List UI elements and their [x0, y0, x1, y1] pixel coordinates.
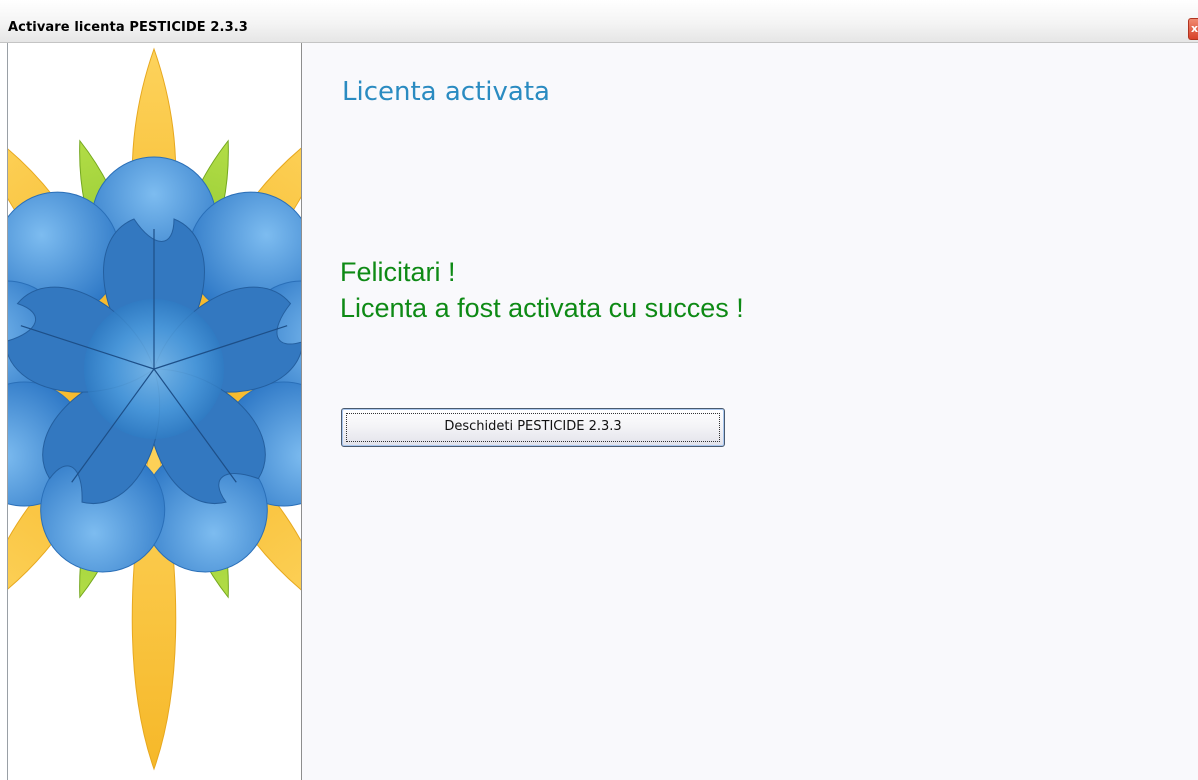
page-heading: Licenta activata	[342, 77, 550, 107]
open-pesticide-button[interactable]: Deschideti PESTICIDE 2.3.3	[341, 408, 725, 447]
window-title: Activare licenta PESTICIDE 2.3.3	[8, 20, 248, 35]
flower-decoration	[8, 47, 301, 771]
close-icon[interactable]: x	[1188, 18, 1198, 40]
window-frame-left	[0, 43, 8, 780]
main-content: Licenta activata Felicitari ! Licenta a …	[302, 43, 1198, 780]
congrats-line: Felicitari !	[340, 257, 456, 287]
success-line: Licenta a fost activata cu succes !	[340, 293, 744, 323]
title-bar[interactable]: Activare licenta PESTICIDE 2.3.3 x	[0, 0, 1198, 43]
side-panel-artwork	[8, 43, 302, 780]
license-activation-window: Activare licenta PESTICIDE 2.3.3 x Licen…	[0, 0, 1198, 780]
open-button-label: Deschideti PESTICIDE 2.3.3	[444, 419, 622, 434]
success-message: Felicitari ! Licenta a fost activata cu …	[340, 254, 744, 326]
